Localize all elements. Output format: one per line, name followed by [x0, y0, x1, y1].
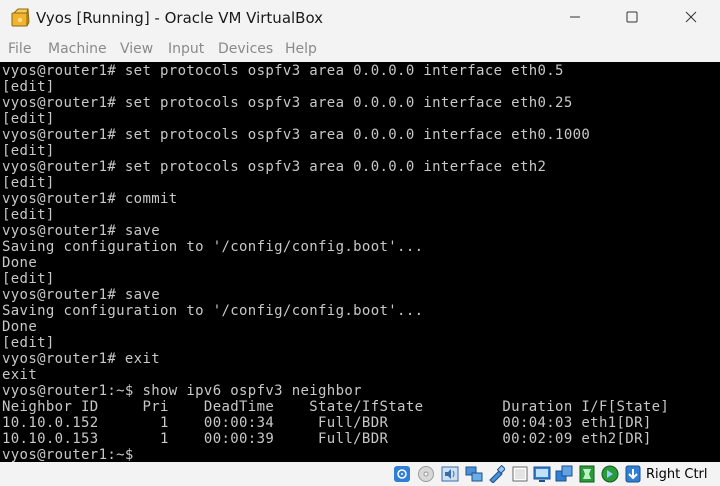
terminal-line: Saving configuration to '/config/config.… [2, 303, 424, 319]
terminal-line: vyos@router1:~$ show ipv6 ospfv3 neighbo… [2, 383, 362, 399]
terminal-line: [edit] [2, 335, 55, 351]
network-icon[interactable] [465, 465, 483, 483]
close-button[interactable] [662, 0, 720, 34]
hard-disk-icon[interactable] [393, 465, 411, 483]
terminal-line: [edit] [2, 175, 55, 191]
menu-view[interactable]: View [120, 41, 153, 57]
terminal-line: Saving configuration to '/config/config.… [2, 239, 424, 255]
menu-file[interactable]: File [8, 41, 31, 57]
maximize-button[interactable] [603, 0, 661, 34]
optical-drive-icon[interactable] [417, 465, 435, 483]
terminal-line: vyos@router1# save [2, 287, 161, 303]
terminal-line: vyos@router1# set protocols ospfv3 area … [2, 95, 573, 111]
terminal-line: exit [2, 367, 38, 383]
host-key-label[interactable]: Right Ctrl [646, 467, 708, 482]
recording-icon[interactable] [578, 465, 596, 483]
window-title: Vyos [Running] - Oracle VM VirtualBox [36, 9, 324, 27]
shared-folder-icon[interactable] [511, 465, 529, 483]
menu-machine[interactable]: Machine [48, 41, 107, 57]
terminal-line: vyos@router1# set protocols ospfv3 area … [2, 127, 591, 143]
maximize-icon [626, 11, 638, 23]
terminal-line: Done [2, 255, 38, 271]
terminal-line: [edit] [2, 79, 55, 95]
terminal-line: 10.10.0.152 1 00:00:34 Full/BDR 00:04:03… [2, 415, 652, 431]
audio-icon[interactable] [441, 465, 459, 483]
terminal-line: 10.10.0.153 1 00:00:39 Full/BDR 00:02:09… [2, 431, 652, 447]
terminal-line: [edit] [2, 207, 55, 223]
terminal-line: vyos@router1# set protocols ospfv3 area … [2, 159, 547, 175]
terminal-line: vyos@router1# exit [2, 351, 161, 367]
terminal-line: [edit] [2, 111, 55, 127]
minimize-icon [569, 11, 581, 23]
terminal-line: [edit] [2, 271, 55, 287]
vm-statusbar: Right Ctrl [0, 462, 720, 486]
virtualbox-app-icon [10, 8, 30, 28]
menu-devices[interactable]: Devices [218, 41, 273, 57]
display-icon[interactable] [533, 465, 551, 483]
menu-input[interactable]: Input [168, 41, 204, 57]
terminal-line: vyos@router1# commit [2, 191, 178, 207]
close-icon [685, 11, 697, 23]
terminal-line: Done [2, 319, 38, 335]
terminal-line: vyos@router1# save [2, 223, 161, 239]
usb-icon[interactable] [487, 465, 505, 483]
cpu-icon[interactable] [601, 465, 619, 483]
terminal-line: vyos@router1# set protocols ospfv3 area … [2, 63, 564, 79]
menu-help[interactable]: Help [285, 41, 317, 57]
mouse-integration-icon[interactable] [624, 465, 642, 483]
terminal-line: Neighbor ID Pri DeadTime State/IfState D… [2, 399, 670, 415]
menubar: File Machine View Input Devices Help [0, 36, 720, 62]
terminal-line: vyos@router1:~$ [2, 447, 134, 462]
vm-display-terminal[interactable]: vyos@router1# set protocols ospfv3 area … [0, 62, 720, 462]
terminal-line: [edit] [2, 143, 55, 159]
window-titlebar[interactable]: Vyos [Running] - Oracle VM VirtualBox [0, 0, 720, 36]
minimize-button[interactable] [546, 0, 604, 34]
video-capture-icon[interactable] [555, 465, 573, 483]
